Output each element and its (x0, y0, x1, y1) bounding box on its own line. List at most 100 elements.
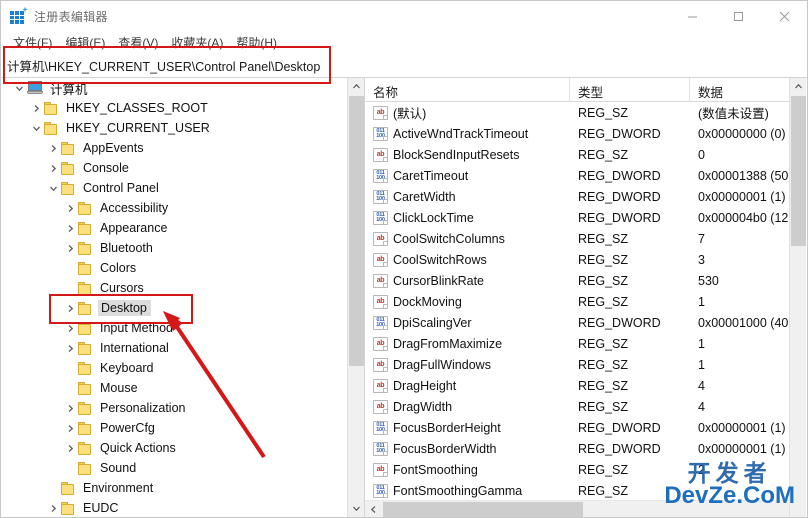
value-row[interactable]: ab DockMoving REG_SZ 1 (365, 291, 789, 312)
value-name-cell: ab DockMoving (365, 294, 570, 309)
chevron-right-icon[interactable] (62, 298, 78, 318)
folder-icon (61, 501, 76, 515)
value-row[interactable]: ab FontSmoothing REG_SZ 2 (365, 459, 789, 480)
chevron-right-icon[interactable] (45, 158, 61, 178)
value-row[interactable]: ab BlockSendInputResets REG_SZ 0 (365, 144, 789, 165)
value-name-text: BlockSendInputResets (393, 147, 520, 162)
tree-item-desktop[interactable]: Desktop (1, 298, 345, 318)
value-row[interactable]: 011 100 FocusBorderWidth REG_DWORD 0x0000000… (365, 438, 789, 459)
value-data-cell: 1 (698, 294, 705, 309)
menu-bar: 文件(F) 编辑(E) 查看(V) 收藏夹(A) 帮助(H) (1, 32, 807, 53)
tree-item-cursors[interactable]: Cursors (1, 278, 345, 298)
tree-item-appevents[interactable]: AppEvents (1, 138, 345, 158)
chevron-right-icon[interactable] (62, 418, 78, 438)
value-name-text: FontSmoothing (393, 462, 478, 477)
tree-item-input-method[interactable]: Input Method (1, 318, 345, 338)
chevron-right-icon[interactable] (62, 218, 78, 238)
value-name-text: DragWidth (393, 399, 453, 414)
value-row[interactable]: ab CoolSwitchRows REG_SZ 3 (365, 249, 789, 270)
minimize-button[interactable] (669, 1, 715, 32)
menu-item-1[interactable]: 编辑(E) (59, 32, 112, 53)
value-row[interactable]: ab DragWidth REG_SZ 4 (365, 396, 789, 417)
tree-item-hkey-current-user[interactable]: HKEY_CURRENT_USER (1, 118, 345, 138)
value-row[interactable]: 011 100 CaretWidth REG_DWORD 0x00000001 (1) (365, 186, 789, 207)
values-hscrollbar-thumb[interactable] (383, 502, 583, 517)
value-data-cell: 1 (698, 357, 705, 372)
tree-item-label: Input Method (100, 321, 173, 335)
value-row[interactable]: ab CoolSwitchColumns REG_SZ 7 (365, 228, 789, 249)
chevron-right-icon[interactable] (62, 398, 78, 418)
column-header-data[interactable]: 数据 (690, 78, 789, 102)
chevron-down-icon[interactable] (11, 78, 27, 98)
tree-item-appearance[interactable]: Appearance (1, 218, 345, 238)
value-name-text: CoolSwitchRows (393, 252, 487, 267)
tree-item-control-panel[interactable]: Control Panel (1, 178, 345, 198)
tree-scroll-up-icon[interactable] (348, 78, 364, 95)
tree-item-colors[interactable]: Colors (1, 258, 345, 278)
value-name-cell: 011 100 CaretTimeout (365, 168, 570, 183)
column-header-type[interactable]: 类型 (570, 78, 690, 102)
tree-item-environment[interactable]: Environment (1, 478, 345, 498)
value-name-cell: ab FontSmoothing (365, 462, 570, 477)
menu-item-0[interactable]: 文件(F) (7, 32, 59, 53)
tree-vertical-scrollbar[interactable] (347, 78, 364, 517)
chevron-right-icon[interactable] (28, 98, 44, 118)
menu-item-2[interactable]: 查看(V) (112, 32, 165, 53)
folder-icon (78, 341, 93, 355)
chevron-down-icon[interactable] (45, 178, 61, 198)
close-button[interactable] (761, 1, 807, 32)
tree-scrollbar-thumb[interactable] (349, 96, 364, 366)
tree-item-sound[interactable]: Sound (1, 458, 345, 478)
chevron-right-icon[interactable] (45, 138, 61, 158)
chevron-down-icon[interactable] (28, 118, 44, 138)
maximize-button[interactable] (715, 1, 761, 32)
tree-item-powercfg[interactable]: PowerCfg (1, 418, 345, 438)
values-horizontal-scrollbar[interactable] (365, 500, 789, 517)
chevron-right-icon[interactable] (62, 318, 78, 338)
value-type-cell: REG_DWORD (578, 420, 661, 435)
chevron-right-icon[interactable] (62, 338, 78, 358)
value-row[interactable]: 011 100 FontSmoothingGamma REG_SZ (365, 480, 789, 500)
value-row[interactable]: ab DragFromMaximize REG_SZ 1 (365, 333, 789, 354)
tree-item-eudc[interactable]: EUDC (1, 498, 345, 517)
value-row[interactable]: ab CursorBlinkRate REG_SZ 530 (365, 270, 789, 291)
tree-item-console[interactable]: Console (1, 158, 345, 178)
values-scroll-up-icon[interactable] (790, 78, 806, 95)
value-row[interactable]: 011 100 ClickLockTime REG_DWORD 0x000004b0 (… (365, 207, 789, 228)
chevron-right-icon[interactable] (45, 498, 61, 517)
chevron-right-icon[interactable] (62, 438, 78, 458)
tree-item-label: International (100, 341, 169, 355)
value-row[interactable]: ab (默认) REG_SZ (数值未设置) (365, 102, 789, 123)
value-row[interactable]: 011 100 ActiveWndTrackTimeout REG_DWORD 0x00… (365, 123, 789, 144)
value-row[interactable]: 011 100 FocusBorderHeight REG_DWORD 0x000000… (365, 417, 789, 438)
tree-item--[interactable]: 计算机 (1, 78, 345, 98)
value-row[interactable]: ab DragFullWindows REG_SZ 1 (365, 354, 789, 375)
column-header-name[interactable]: 名称 (365, 78, 570, 102)
values-vertical-scrollbar[interactable] (789, 78, 806, 517)
menu-item-4[interactable]: 帮助(H) (230, 32, 284, 53)
tree-item-personalization[interactable]: Personalization (1, 398, 345, 418)
values-scrollbar-thumb[interactable] (791, 96, 806, 246)
chevron-right-icon[interactable] (62, 238, 78, 258)
tree-scroll-down-icon[interactable] (348, 500, 364, 517)
tree-item-label: Mouse (100, 381, 138, 395)
value-row[interactable]: ab DragHeight REG_SZ 4 (365, 375, 789, 396)
value-data-cell: 2 (698, 462, 705, 477)
tree-item-label: Colors (100, 261, 137, 275)
tree-item-bluetooth[interactable]: Bluetooth (1, 238, 345, 258)
menu-item-3[interactable]: 收藏夹(A) (165, 32, 230, 53)
tree-item-international[interactable]: International (1, 338, 345, 358)
address-bar[interactable]: 计算机\HKEY_CURRENT_USER\Control Panel\Desk… (1, 53, 807, 78)
tree-item-quick-actions[interactable]: Quick Actions (1, 438, 345, 458)
registry-tree-pane: 计算机 HKEY_CLASSES_ROOT HKEY_CURRENT_USER App… (1, 78, 365, 517)
value-row[interactable]: 011 100 DpiScalingVer REG_DWORD 0x00001000 (… (365, 312, 789, 333)
tree-item-keyboard[interactable]: Keyboard (1, 358, 345, 378)
value-data-cell: (数值未设置) (698, 107, 769, 121)
values-scroll-left-icon[interactable] (365, 501, 382, 517)
tree-item-accessibility[interactable]: Accessibility (1, 198, 345, 218)
value-row[interactable]: 011 100 CaretTimeout REG_DWORD 0x00001388 (5… (365, 165, 789, 186)
tree-item-mouse[interactable]: Mouse (1, 378, 345, 398)
values-list: ab (默认) REG_SZ (数值未设置) 011 100 ActiveWndTrackT… (365, 102, 789, 500)
chevron-right-icon[interactable] (62, 198, 78, 218)
tree-item-hkey-classes-root[interactable]: HKEY_CLASSES_ROOT (1, 98, 345, 118)
